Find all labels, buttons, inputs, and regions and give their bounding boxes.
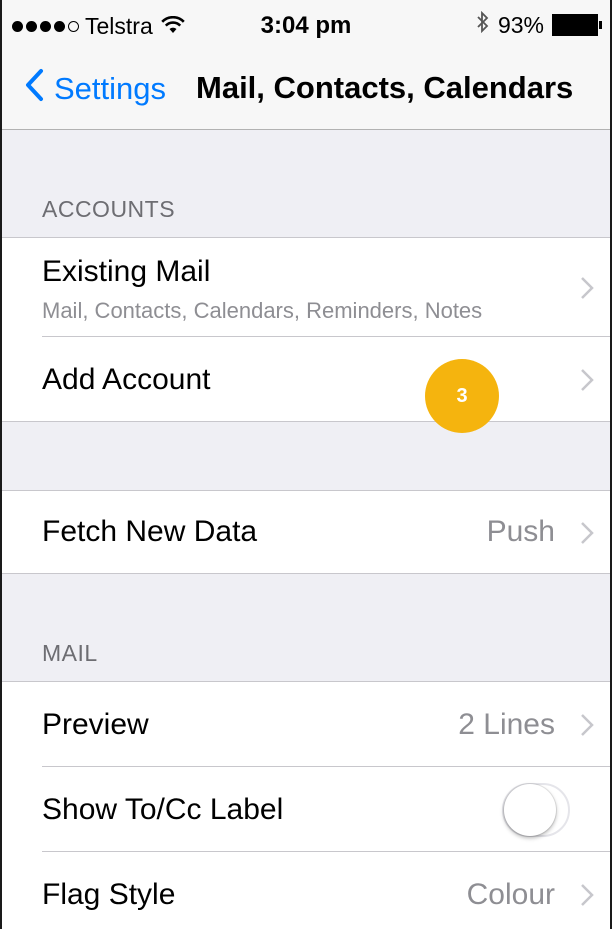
preview-row[interactable]: Preview 2 Lines xyxy=(2,682,610,767)
show-tocc-label-row: Show To/Cc Label xyxy=(2,767,610,852)
show-tocc-toggle[interactable] xyxy=(502,783,570,837)
chevron-right-icon xyxy=(581,522,594,544)
battery-icon xyxy=(552,14,602,36)
fetch-group: Fetch New Data Push xyxy=(2,490,610,574)
chevron-right-icon xyxy=(581,884,594,906)
mail-section-header: MAIL xyxy=(42,640,98,666)
fetch-new-data-label: Fetch New Data xyxy=(42,515,258,548)
status-bar: Telstra 3:04 pm 93% xyxy=(2,0,610,50)
step-number-badge: 3 xyxy=(425,359,499,433)
back-chevron-icon xyxy=(24,68,44,110)
chevron-right-icon xyxy=(581,369,594,391)
chevron-right-icon xyxy=(581,714,594,736)
flag-style-label: Flag Style xyxy=(42,878,176,911)
accounts-section-header: ACCOUNTS xyxy=(42,196,176,222)
flag-style-row[interactable]: Flag Style Colour xyxy=(2,852,610,929)
page-title: Mail, Contacts, Calendars xyxy=(196,70,574,105)
status-right: 93% xyxy=(476,10,602,39)
chevron-right-icon xyxy=(581,277,594,299)
accounts-group: Existing Mail Mail, Contacts, Calendars,… xyxy=(2,237,610,433)
battery-percentage: 93% xyxy=(497,11,544,38)
show-tocc-label: Show To/Cc Label xyxy=(42,793,284,826)
account-name: Existing Mail xyxy=(42,255,211,288)
settings-screen: Telstra 3:04 pm 93% Settings Mail, Conta… xyxy=(0,0,612,929)
back-button-label: Settings xyxy=(54,71,167,106)
bluetooth-icon xyxy=(476,10,490,39)
add-account-row[interactable]: Add Account 3 xyxy=(2,337,610,433)
add-account-label: Add Account xyxy=(42,363,211,396)
fetch-new-data-value: Push xyxy=(486,515,555,548)
account-services: Mail, Contacts, Calendars, Reminders, No… xyxy=(42,298,483,323)
fetch-new-data-row[interactable]: Fetch New Data Push xyxy=(2,491,610,575)
existing-mail-account-row[interactable]: Existing Mail Mail, Contacts, Calendars,… xyxy=(2,238,610,337)
flag-style-value: Colour xyxy=(466,878,555,911)
toggle-knob xyxy=(504,784,556,836)
mail-settings-group: Preview 2 Lines Show To/Cc Label Flag St… xyxy=(2,681,610,929)
preview-value: 2 Lines xyxy=(458,708,555,741)
back-button[interactable]: Settings xyxy=(24,68,166,110)
navigation-bar: Settings Mail, Contacts, Calendars xyxy=(2,50,610,130)
preview-label: Preview xyxy=(42,708,149,741)
